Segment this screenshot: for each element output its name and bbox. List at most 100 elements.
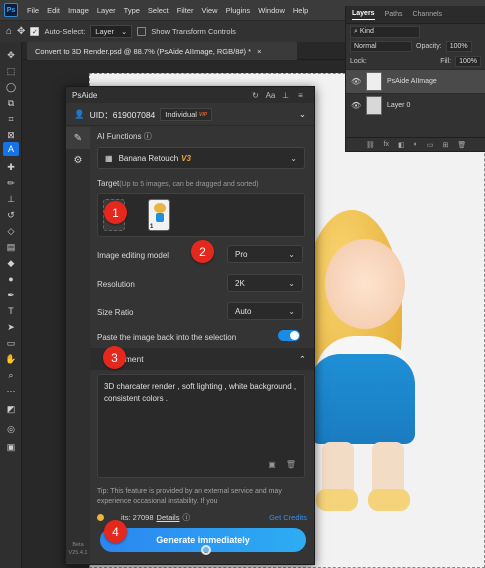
chevron-down-icon: ⌄ — [121, 27, 128, 36]
history-brush-tool-icon[interactable]: ↺ — [3, 208, 19, 222]
stamp-tool-icon[interactable]: ⊥ — [3, 192, 19, 206]
auto-select-checkbox[interactable]: ✓ — [30, 27, 40, 36]
tab-paths[interactable]: Paths — [385, 11, 403, 18]
menu-file[interactable]: File — [23, 6, 43, 15]
slot-number: 1 — [150, 224, 154, 230]
beta-label: Beta — [72, 542, 84, 548]
function-icon: ▦ — [105, 153, 113, 163]
menu-select[interactable]: Select — [144, 6, 173, 15]
blend-mode-select[interactable]: Normal — [350, 41, 412, 52]
tools-panel: ✥ ⬚ ◯ ⧉ ⌗ ⊠ ✎ A ✚ ✏ ⊥ ↺ ◇ ▤ ◆ ● ✒ T ➤ ▭ … — [0, 42, 22, 568]
menu-layer[interactable]: Layer — [93, 6, 120, 15]
tab-layers[interactable]: Layers — [352, 10, 375, 20]
document-tab-bar: Convert to 3D Render.psd @ 88.7% (PsAide… — [23, 42, 345, 60]
healing-brush-tool-icon[interactable]: ✚ — [3, 160, 19, 174]
tip-text: Tip: This feature is provided by an exte… — [97, 488, 282, 505]
brush-tool-icon[interactable]: ✏ — [3, 176, 19, 190]
zoom-tool-icon[interactable]: ⌕ — [3, 368, 19, 382]
lasso-tool-icon[interactable]: ◯ — [3, 80, 19, 94]
home-icon[interactable]: ⌂ — [6, 26, 12, 37]
type-tool-icon[interactable]: T — [3, 304, 19, 318]
chevron-up-icon[interactable]: ⌃ — [299, 354, 306, 365]
opacity-field[interactable]: 100% — [445, 41, 472, 52]
psaide-header: PsAide ↻ Aa ⊥ ≡ — [66, 87, 314, 103]
close-icon[interactable]: × — [257, 47, 261, 56]
menu-plugins[interactable]: Plugins — [222, 6, 255, 15]
rectangle-tool-icon[interactable]: ▭ — [3, 336, 19, 350]
dodge-tool-icon[interactable]: ● — [3, 272, 19, 286]
menu-view[interactable]: View — [197, 6, 221, 15]
pin-icon[interactable]: ⊥ — [278, 91, 293, 100]
marquee-tool-icon[interactable]: ⬚ — [3, 64, 19, 78]
quick-mask-icon[interactable]: ◎ — [3, 422, 19, 436]
version-info: Beta V25.4.1 — [68, 541, 88, 557]
resolution-select[interactable]: 2K ⌄ — [227, 274, 303, 292]
hand-tool-icon[interactable]: ✋ — [3, 352, 19, 366]
eraser-tool-icon[interactable]: ◇ — [3, 224, 19, 238]
pen-tool-icon[interactable]: ✒ — [3, 288, 19, 302]
document-tab[interactable]: Convert to 3D Render.psd @ 88.7% (PsAide… — [27, 42, 297, 60]
crop-tool-icon[interactable]: ⌗ — [3, 112, 19, 126]
menu-icon[interactable]: ≡ — [293, 91, 308, 100]
psaide-tool-icon[interactable]: A — [3, 142, 19, 156]
model-select[interactable]: Pro ⌄ — [227, 245, 303, 263]
mask-icon[interactable]: ◧ — [398, 141, 405, 149]
eye-icon[interactable]: 👁 — [351, 101, 361, 110]
trash-icon[interactable]: 🗑 — [457, 141, 466, 149]
gradient-tool-icon[interactable]: ▤ — [3, 240, 19, 254]
move-tool-icon[interactable]: ✥ — [3, 48, 19, 62]
layer-row[interactable]: 👁 Layer 0 — [346, 93, 485, 117]
frame-tool-icon[interactable]: ⊠ — [3, 128, 19, 142]
paste-back-toggle[interactable] — [278, 330, 300, 341]
eye-icon[interactable]: 👁 — [351, 77, 361, 86]
requirement-textarea[interactable]: 3D charcater render , soft lighting , wh… — [97, 374, 305, 478]
auto-select-dropdown[interactable]: Layer ⌄ — [90, 25, 133, 38]
menu-filter[interactable]: Filter — [173, 6, 198, 15]
more-tools-icon[interactable]: ⋯ — [3, 384, 19, 398]
details-link[interactable]: Details — [157, 513, 180, 522]
move-icon[interactable]: ✥ — [17, 26, 25, 37]
size-ratio-select[interactable]: Auto ⌄ — [227, 302, 303, 320]
menu-window[interactable]: Window — [254, 6, 289, 15]
info-icon[interactable]: ⓘ — [182, 512, 190, 523]
menu-edit[interactable]: Edit — [43, 6, 64, 15]
user-icon: 👤 — [74, 109, 85, 119]
menu-type[interactable]: Type — [120, 6, 144, 15]
image-icon[interactable]: ▣ — [268, 459, 276, 471]
resolution-value: 2K — [235, 278, 245, 288]
fx-icon[interactable]: fx — [384, 141, 389, 148]
layer-filter-select[interactable]: ⌕ Kind — [350, 25, 420, 38]
target-images-box[interactable]: 1 — [97, 193, 305, 237]
menu-help[interactable]: Help — [289, 6, 312, 15]
fill-field[interactable]: 100% — [455, 56, 481, 67]
menu-image[interactable]: Image — [64, 6, 93, 15]
blur-tool-icon[interactable]: ◆ — [3, 256, 19, 270]
size-ratio-label: Size Ratio — [97, 308, 134, 317]
folder-icon[interactable]: ▭ — [427, 141, 434, 149]
refresh-icon[interactable]: ↻ — [248, 91, 263, 100]
color-swatches-icon[interactable]: ◩ — [3, 402, 19, 416]
annotation-marker-4: 4 — [104, 520, 127, 543]
layer-row[interactable]: 👁 PsAide AIImage — [346, 69, 485, 93]
info-icon[interactable]: ⓘ — [144, 132, 152, 141]
link-icon[interactable]: ⛓ — [366, 141, 375, 149]
credits-label: its: 27098 — [121, 512, 154, 522]
chevron-down-icon[interactable]: ⌄ — [299, 109, 306, 120]
tab-channels[interactable]: Channels — [412, 11, 442, 18]
get-credits-link[interactable]: Get Credits — [269, 513, 307, 522]
ai-function-select[interactable]: ▦ Banana Retouch V3 ⌄ — [97, 147, 305, 169]
target-image-thumbnail[interactable]: 1 — [148, 199, 170, 231]
font-size-icon[interactable]: Aa — [263, 91, 278, 100]
path-select-tool-icon[interactable]: ➤ — [3, 320, 19, 334]
new-layer-icon[interactable]: ⊞ — [443, 141, 449, 149]
trash-icon[interactable]: 🗑 — [286, 459, 296, 471]
screen-mode-icon[interactable]: ▣ — [3, 440, 19, 454]
object-select-tool-icon[interactable]: ⧉ — [3, 96, 19, 110]
toggle-knob — [290, 331, 299, 340]
settings-gear-icon[interactable]: ⚙ — [66, 149, 90, 171]
layer-filter-value: Kind — [359, 27, 374, 35]
edit-icon[interactable]: ✎ — [66, 127, 90, 149]
transform-controls-checkbox[interactable] — [137, 27, 147, 36]
auto-select-label: Auto-Select: — [44, 27, 86, 36]
adjustment-icon[interactable]: ◐ — [414, 141, 418, 148]
